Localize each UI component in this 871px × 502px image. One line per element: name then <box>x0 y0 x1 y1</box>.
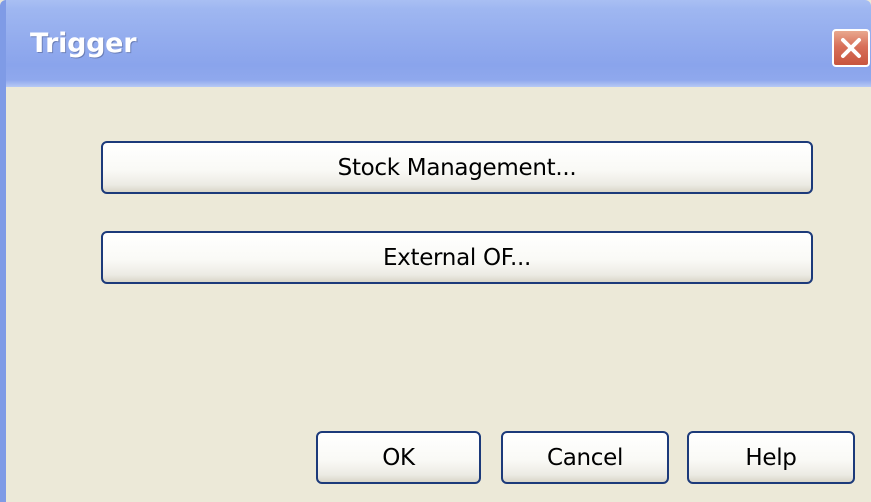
cancel-button[interactable]: Cancel <box>501 431 669 484</box>
dialog-title: Trigger <box>30 28 137 59</box>
title-bar[interactable]: Trigger <box>0 0 871 87</box>
ok-button[interactable]: OK <box>316 431 481 484</box>
stock-management-button[interactable]: Stock Management... <box>101 141 813 194</box>
help-button[interactable]: Help <box>687 431 855 484</box>
close-icon <box>839 36 863 60</box>
trigger-dialog: Trigger Stock Management... External OF.… <box>0 0 871 502</box>
external-of-button[interactable]: External OF... <box>101 231 813 284</box>
close-button[interactable] <box>832 29 870 67</box>
window-frame-left <box>0 87 6 502</box>
